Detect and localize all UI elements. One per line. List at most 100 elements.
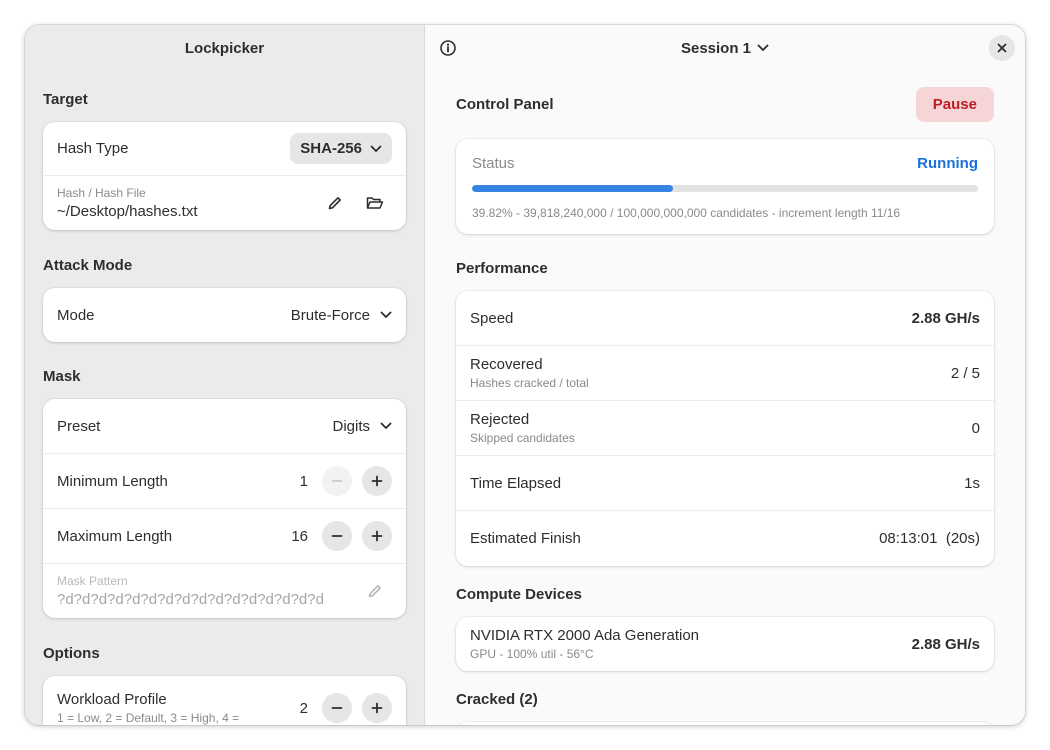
progress-text: 39.82% - 39,818,240,000 / 100,000,000,00… xyxy=(472,206,901,220)
close-icon xyxy=(997,43,1007,53)
hash-type-row: Hash Type SHA-256 xyxy=(43,122,406,176)
attack-card: Mode Brute-Force xyxy=(43,288,406,342)
max-length-increment-button[interactable] xyxy=(362,521,392,551)
sidebar-header: Lockpicker xyxy=(25,25,424,71)
workload-increment-button[interactable] xyxy=(362,693,392,723)
mask-pattern-label: Mask Pattern xyxy=(57,574,128,588)
mask-card: Preset Digits Minimum Length 1 Maximum L… xyxy=(43,399,406,618)
status-row: Status Running xyxy=(472,155,978,172)
control-panel-title: Control Panel xyxy=(456,96,554,113)
device-row: NVIDIA RTX 2000 Ada Generation GPU - 100… xyxy=(456,617,994,671)
hash-type-value: SHA-256 xyxy=(300,140,362,157)
mode-row[interactable]: Mode Brute-Force xyxy=(43,288,406,342)
mode-dropdown[interactable]: Brute-Force xyxy=(291,307,392,324)
workload-label: Workload Profile xyxy=(57,691,167,708)
recovered-sub: Hashes cracked / total xyxy=(470,376,589,390)
performance-section-title: Performance xyxy=(456,260,548,277)
recovered-label: Recovered xyxy=(470,356,543,373)
plus-icon xyxy=(371,702,383,714)
content-scroll[interactable]: Control Panel Pause Status Running 39.82… xyxy=(425,87,1025,725)
app-title: Lockpicker xyxy=(184,39,265,57)
min-length-decrement-button[interactable] xyxy=(322,466,352,496)
content-header: Session 1 xyxy=(425,25,1025,71)
target-card: Hash Type SHA-256 Hash / Hash File ~/Des… xyxy=(43,122,406,230)
max-length-value: 16 xyxy=(291,527,308,545)
device-speed: 2.88 GH/s xyxy=(911,635,980,653)
device-text: NVIDIA RTX 2000 Ada Generation GPU - 100… xyxy=(470,627,912,661)
rejected-value: 0 xyxy=(971,419,980,437)
preset-label: Preset xyxy=(57,417,101,435)
max-length-decrement-button[interactable] xyxy=(322,521,352,551)
session-switcher[interactable]: Session 1 xyxy=(681,40,769,57)
workload-stepper: 2 xyxy=(282,693,392,723)
min-length-row: Minimum Length 1 xyxy=(43,454,406,509)
device-name: NVIDIA RTX 2000 Ada Generation xyxy=(470,627,700,644)
speed-label: Speed xyxy=(470,309,514,327)
status-badge: Running xyxy=(917,155,978,172)
speed-value: 2.88 GH/s xyxy=(911,309,980,327)
mask-section-title: Mask xyxy=(43,368,81,385)
chevron-down-icon xyxy=(380,422,392,429)
app-window: Lockpicker Target Hash Type SHA-256 Hash… xyxy=(25,25,1025,725)
open-file-button[interactable] xyxy=(358,186,392,220)
rejected-sub: Skipped candidates xyxy=(470,431,575,445)
device-sub: GPU - 100% util - 56°C xyxy=(470,647,594,661)
options-section-title: Options xyxy=(43,645,100,662)
workload-text: Workload Profile 1 = Low, 2 = Default, 3… xyxy=(57,691,282,725)
chevron-down-icon xyxy=(757,44,769,51)
mode-label: Mode xyxy=(57,306,95,324)
finish-label: Estimated Finish xyxy=(470,530,581,547)
finish-row: Estimated Finish 08:13:01 (20s) xyxy=(456,511,994,566)
preset-row[interactable]: Preset Digits xyxy=(43,399,406,454)
close-button[interactable] xyxy=(989,35,1015,61)
min-length-label: Minimum Length xyxy=(57,472,168,490)
mask-pattern-field[interactable]: Mask Pattern ?d?d?d?d?d?d?d?d?d?d?d?d?d?… xyxy=(57,574,358,608)
status-card: Status Running 39.82% - 39,818,240,000 /… xyxy=(456,139,994,234)
cracked-section-title: Cracked (2) xyxy=(456,691,538,708)
max-length-stepper: 16 xyxy=(282,521,392,551)
minus-icon xyxy=(331,707,343,709)
pause-button[interactable]: Pause xyxy=(915,87,994,122)
progress-bar-fill xyxy=(472,185,674,192)
recovered-row: Recovered Hashes cracked / total 2 / 5 xyxy=(456,346,994,401)
edit-mask-button[interactable] xyxy=(358,574,392,608)
elapsed-row: Time Elapsed 1s xyxy=(456,456,994,511)
rejected-row: Rejected Skipped candidates 0 xyxy=(456,401,994,456)
attack-section-title: Attack Mode xyxy=(43,257,133,274)
max-length-label: Maximum Length xyxy=(57,527,173,545)
workload-sub: 1 = Low, 2 = Default, 3 = High, 4 = xyxy=(57,711,240,725)
options-card: Workload Profile 1 = Low, 2 = Default, 3… xyxy=(43,676,406,725)
elapsed-label: Time Elapsed xyxy=(470,474,562,492)
rejected-label: Rejected xyxy=(470,411,530,428)
info-icon[interactable] xyxy=(437,37,459,59)
folder-open-icon xyxy=(366,197,384,209)
sidebar-scroll[interactable]: Target Hash Type SHA-256 Hash / Hash Fil… xyxy=(25,91,424,725)
speed-row: Speed 2.88 GH/s xyxy=(456,291,994,346)
finish-value: 08:13:01 (20s) xyxy=(879,530,980,547)
preset-value: Digits xyxy=(332,417,370,435)
status-label: Status xyxy=(472,155,515,172)
hash-file-row: Hash / Hash File ~/Desktop/hashes.txt xyxy=(43,176,406,230)
mask-pattern-row: Mask Pattern ?d?d?d?d?d?d?d?d?d?d?d?d?d?… xyxy=(43,564,406,618)
chevron-down-icon xyxy=(380,311,392,318)
mode-value: Brute-Force xyxy=(290,306,370,324)
main-content: Session 1 Control Panel Pause Status Run… xyxy=(425,25,1025,725)
hash-type-dropdown[interactable]: SHA-256 xyxy=(290,133,392,164)
hash-file-label: Hash / Hash File xyxy=(57,186,146,200)
recovered-text: Recovered Hashes cracked / total xyxy=(470,356,951,390)
hash-file-value: ~/Desktop/hashes.txt xyxy=(57,203,198,220)
edit-hash-button[interactable] xyxy=(318,186,352,220)
cracked-card xyxy=(456,722,994,725)
recovered-value: 2 / 5 xyxy=(950,364,980,382)
workload-decrement-button[interactable] xyxy=(322,693,352,723)
workload-row: Workload Profile 1 = Low, 2 = Default, 3… xyxy=(43,676,406,725)
preset-dropdown[interactable]: Digits xyxy=(332,418,392,435)
control-panel-header: Control Panel Pause xyxy=(456,87,994,122)
min-length-increment-button[interactable] xyxy=(362,466,392,496)
hash-file-field[interactable]: Hash / Hash File ~/Desktop/hashes.txt xyxy=(57,186,318,220)
plus-icon xyxy=(371,530,383,542)
hash-type-label: Hash Type xyxy=(57,140,129,157)
session-title: Session 1 xyxy=(680,39,752,57)
sidebar: Lockpicker Target Hash Type SHA-256 Hash… xyxy=(25,25,425,725)
plus-icon xyxy=(371,475,383,487)
